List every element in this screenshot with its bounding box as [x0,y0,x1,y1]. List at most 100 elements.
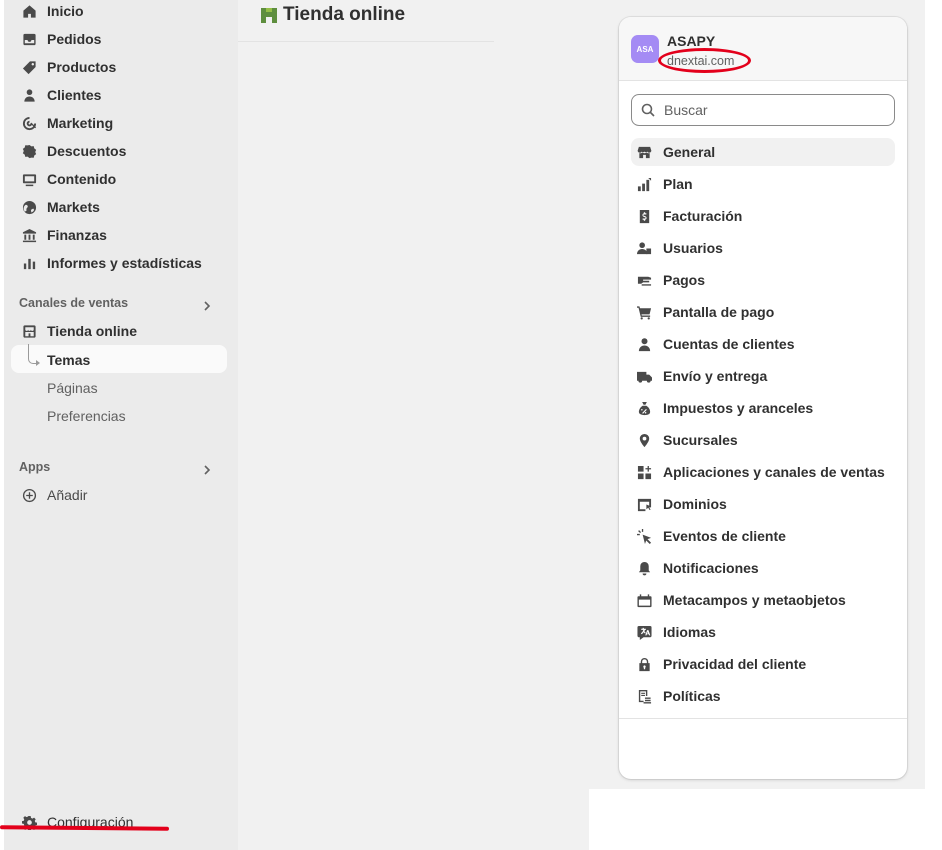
nav-label: Informes y estadísticas [47,255,202,271]
apps-icon [636,464,652,480]
nav-item-pedidos[interactable]: Pedidos [16,26,101,52]
nav-label: Añadir [47,487,88,503]
nav-label: Inicio [47,3,84,19]
settings-item-metacampos[interactable]: Metacampos y metaobjetos [631,586,895,614]
settings-item-label: Usuarios [663,240,723,256]
red-ellipse-annotation [658,48,751,73]
settings-item-idiomas[interactable]: Idiomas [631,618,895,646]
nav-item-inicio[interactable]: Inicio [16,0,84,24]
sub-item-paginas[interactable]: Páginas [47,380,98,396]
nav-item-add-app[interactable]: Añadir [16,482,87,508]
settings-item-label: Notificaciones [663,560,759,576]
nav-item-informes[interactable]: Informes y estadísticas [16,250,202,276]
settings-item-label: Sucursales [663,432,738,448]
sub-item-temas[interactable]: Temas [47,352,90,368]
settings-item-label: General [663,144,716,160]
search-icon [641,103,655,117]
settings-search-input[interactable] [664,102,884,118]
nav-item-configuracion[interactable]: Configuración [16,809,133,835]
online-store-icon [20,322,38,340]
settings-item-label: Pantalla de pago [663,304,775,320]
sub-item-active-bg [11,345,227,373]
person-icon [636,336,652,352]
settings-item-label: Metacampos y metaobjetos [663,592,846,608]
nav-label: Clientes [47,87,102,103]
nav-label: Pedidos [47,31,102,47]
tax-bag-icon [636,400,652,416]
settings-item-dominios[interactable]: Dominios [631,490,895,518]
settings-item-aplicaciones[interactable]: Aplicaciones y canales de ventas [631,458,895,486]
page-title: Tienda online [260,4,405,26]
metafields-icon [636,592,652,608]
domain-icon [636,496,652,512]
settings-search[interactable] [631,94,895,126]
cart-icon [636,304,652,320]
settings-item-privacidad[interactable]: Privacidad del cliente [631,650,895,678]
nav-item-markets[interactable]: Markets [16,194,100,220]
person-icon [20,86,38,104]
sales-channels-chevron-right-icon[interactable] [201,299,213,311]
settings-item-pantalla-pago[interactable]: Pantalla de pago [631,298,895,326]
nav-item-finanzas[interactable]: Finanzas [16,222,107,248]
settings-item-label: Pagos [663,272,706,288]
nav-label: Marketing [47,115,114,131]
store-name: ASAPY [667,33,716,49]
settings-item-plan[interactable]: Plan [631,170,895,198]
settings-item-envio[interactable]: Envío y entrega [631,362,895,390]
truck-icon [636,368,652,384]
page-title-text: Tienda online [283,4,406,25]
settings-item-usuarios[interactable]: Usuarios [631,234,895,262]
settings-item-label: Plan [663,176,693,192]
tag-icon [20,58,38,76]
settings-item-general[interactable]: General [631,138,895,166]
inbox-icon [20,30,38,48]
location-pin-icon [636,432,652,448]
settings-item-sucursales[interactable]: Sucursales [631,426,895,454]
settings-item-pagos[interactable]: Pagos [631,266,895,294]
settings-item-label: Impuestos y aranceles [663,400,814,416]
policy-icon [636,688,652,704]
settings-item-label: Idiomas [663,624,716,640]
settings-item-politicas[interactable]: Políticas [631,682,895,710]
tree-arrow [36,360,40,366]
nav-label: Tienda online [47,323,137,339]
nav-label: Descuentos [47,143,127,159]
lock-icon [636,656,652,672]
nav-item-productos[interactable]: Productos [16,54,116,80]
bell-icon [636,560,652,576]
nav-label: Productos [47,59,117,75]
admin-sidebar: Inicio Pedidos Productos Clientes Market… [4,0,238,850]
nav-item-tienda-online[interactable]: Tienda online [16,318,137,344]
settings-item-label: Eventos de cliente [663,528,786,544]
store-icon [636,144,652,160]
online-store-logo-icon [261,8,277,23]
bar-chart-icon [20,254,38,272]
sub-item-preferencias[interactable]: Preferencias [47,408,126,424]
settings-item-label: Cuentas de clientes [663,336,795,352]
nav-item-marketing[interactable]: Marketing [16,110,113,136]
settings-item-label: Dominios [663,496,727,512]
language-icon [636,624,652,640]
settings-panel: ASA ASAPY dnextai.com General Plan Factu… [619,17,907,779]
nav-item-descuentos[interactable]: Descuentos [16,138,126,164]
users-icon [636,240,652,256]
nav-item-contenido[interactable]: Contenido [16,166,116,192]
nav-item-clientes[interactable]: Clientes [16,82,101,108]
nav-label: Finanzas [47,227,107,243]
blank-area [589,789,925,850]
settings-item-facturacion[interactable]: Facturación [631,202,895,230]
image-icon [20,170,38,188]
settings-item-eventos[interactable]: Eventos de cliente [631,522,895,550]
store-header[interactable]: ASA ASAPY dnextai.com [619,17,907,81]
settings-item-impuestos[interactable]: Impuestos y aranceles [631,394,895,422]
settings-item-notificaciones[interactable]: Notificaciones [631,554,895,582]
apps-heading: Apps [19,460,51,474]
apps-chevron-right-icon[interactable] [201,463,213,475]
title-divider [238,41,494,42]
right-edge [925,0,942,850]
plan-icon [636,176,652,192]
bank-icon [20,226,38,244]
settings-item-label: Aplicaciones y canales de ventas [663,464,885,480]
settings-item-cuentas-clientes[interactable]: Cuentas de clientes [631,330,895,358]
plus-circle-icon [20,486,38,504]
